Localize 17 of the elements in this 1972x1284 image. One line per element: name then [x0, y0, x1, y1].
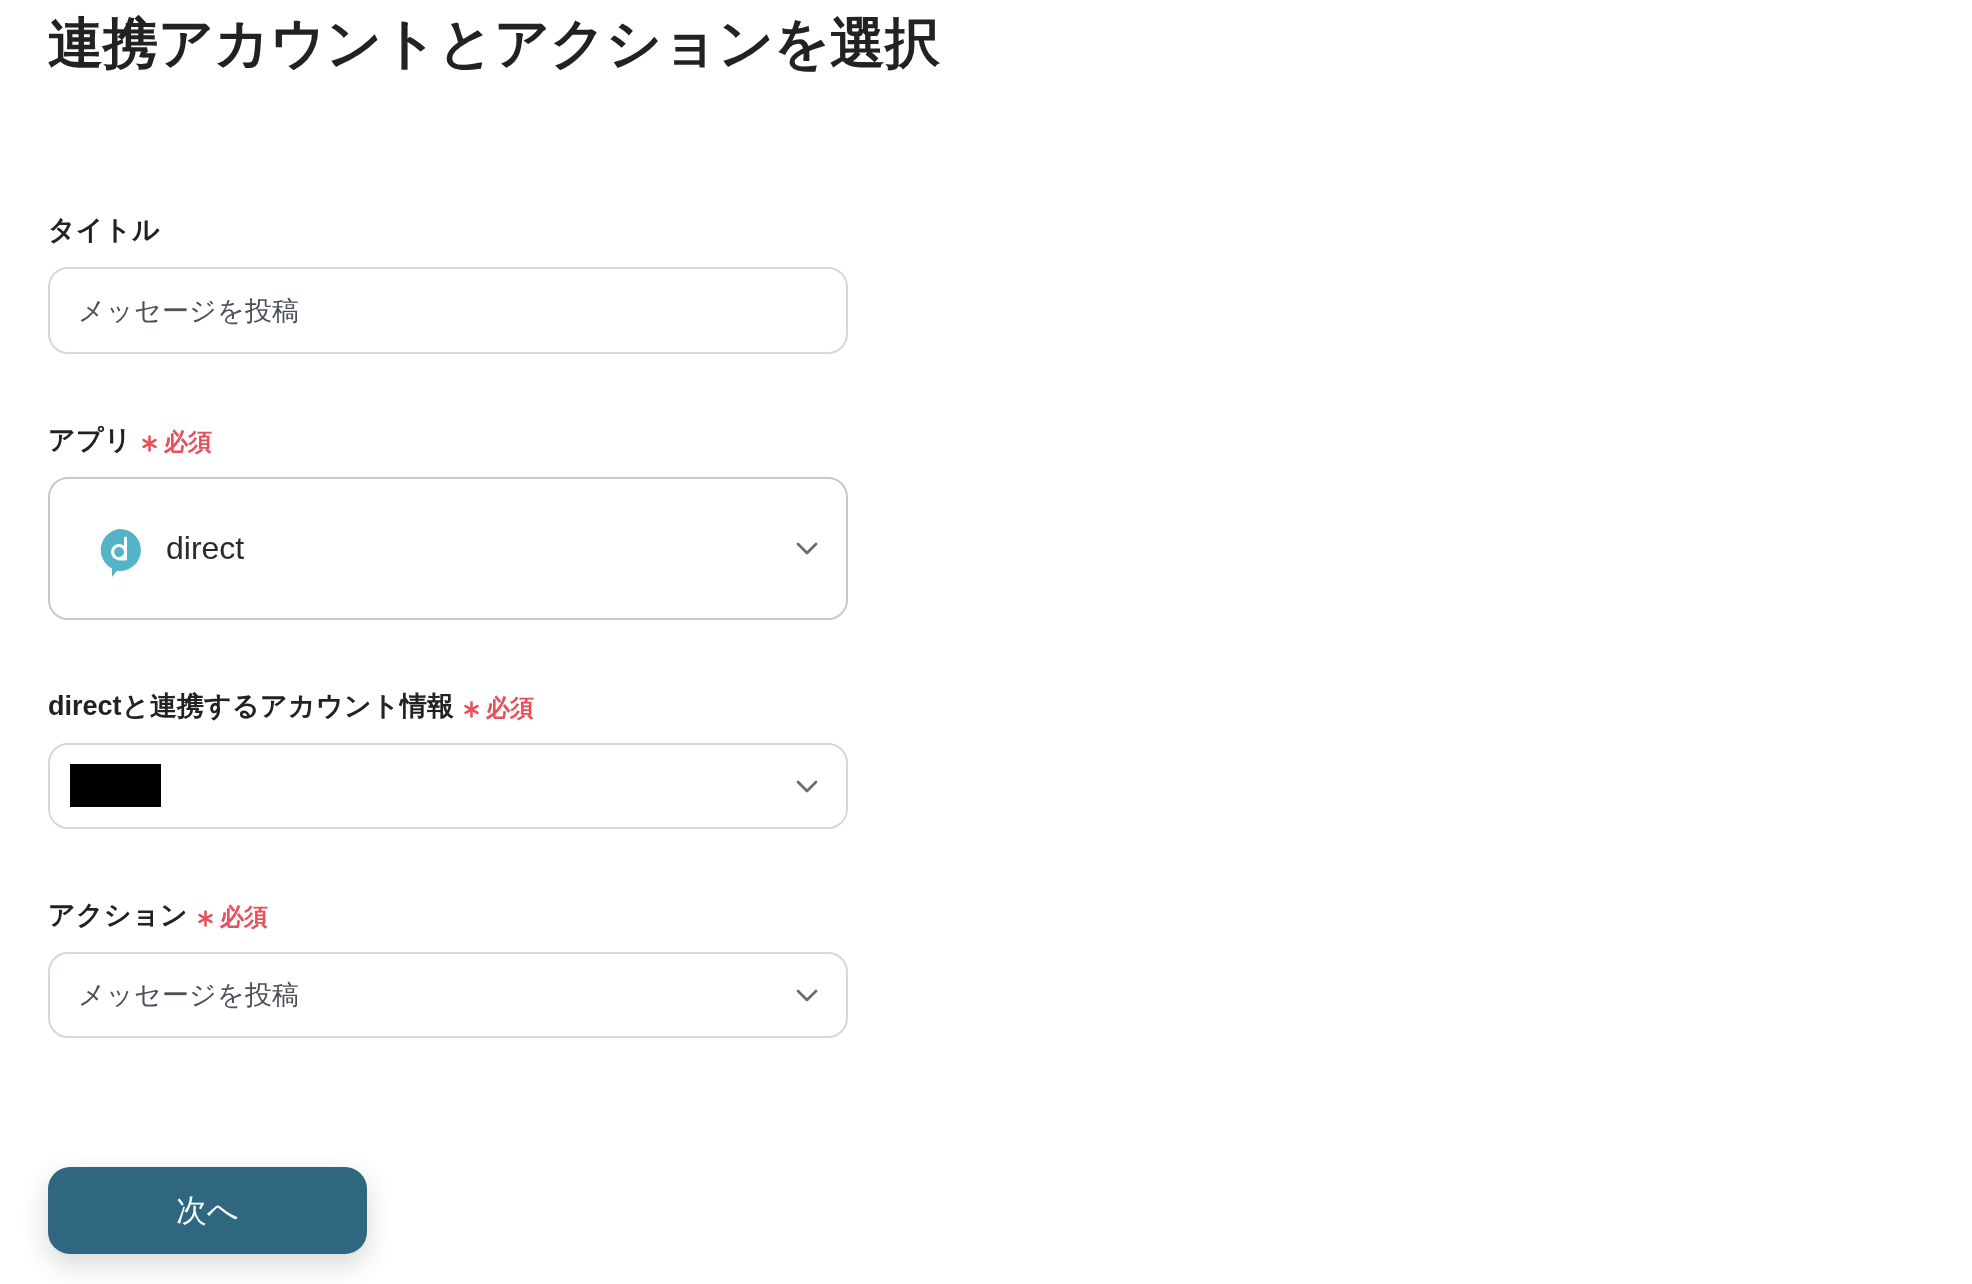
- chevron-down-icon: [796, 542, 818, 555]
- next-button[interactable]: 次へ: [48, 1167, 367, 1254]
- field-label: タイトル: [48, 214, 160, 247]
- app-logo-icon: [98, 527, 142, 578]
- required-label: 必須: [485, 693, 534, 723]
- page-title: 連携アカウントとアクションを選択: [48, 11, 940, 76]
- text-input[interactable]: メッセージを投稿: [48, 267, 848, 354]
- field-label: directと連携するアカウント情報: [48, 690, 454, 723]
- dropdown-field[interactable]: direct: [48, 477, 848, 620]
- chevron-down-icon: [796, 988, 818, 1002]
- dropdown-field[interactable]: メッセージを投稿: [48, 952, 848, 1038]
- required-label: 必須: [220, 902, 268, 932]
- field-label: アプリ: [48, 424, 132, 457]
- required-label: 必須: [164, 427, 212, 457]
- chevron-down-icon: [796, 779, 818, 793]
- field-label: アクション: [48, 899, 188, 932]
- dropdown-field[interactable]: [48, 743, 848, 829]
